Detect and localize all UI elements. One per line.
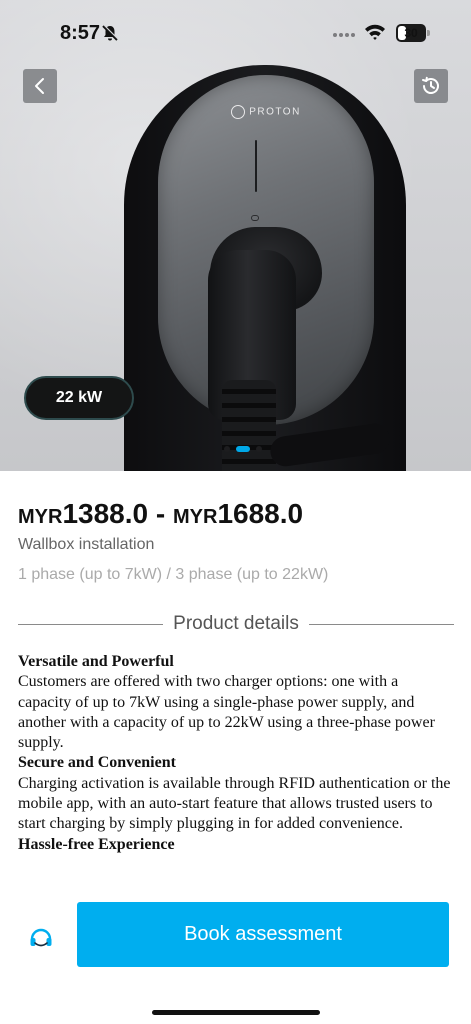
detail-body: Charging activation is available through…	[18, 774, 451, 833]
carousel-dot-active[interactable]	[236, 446, 250, 452]
charging-cable	[222, 380, 276, 471]
section-title: Product details	[173, 613, 299, 634]
chevron-left-icon	[35, 78, 44, 94]
price-currency: MYR	[172, 506, 218, 528]
book-assessment-button[interactable]: Book assessment	[77, 902, 449, 967]
price-range: MYR1388.0 - MYR1688.0	[18, 498, 303, 530]
detail-heading: Hassle-free Experience	[18, 835, 175, 853]
price-currency: MYR	[18, 506, 63, 528]
product-variant: 1 phase (up to 7kW) / 3 phase (up to 22k…	[18, 566, 329, 583]
price-separator: -	[148, 498, 173, 529]
back-button[interactable]	[23, 69, 57, 103]
history-button[interactable]	[414, 69, 448, 103]
status-bar: 8:57 30	[0, 0, 471, 60]
battery-cap	[427, 30, 430, 36]
proton-logo-icon	[231, 105, 246, 119]
product-subtitle: Wallbox installation	[18, 536, 155, 553]
detail-heading: Versatile and Powerful	[18, 653, 174, 670]
detail-body: Customers are offered with two charger o…	[18, 673, 435, 752]
carousel-dot[interactable]	[224, 446, 230, 452]
price-min: 1388.0	[62, 498, 149, 529]
wifi-icon	[365, 24, 385, 40]
customer-support-button[interactable]	[24, 920, 58, 954]
history-clock-icon	[422, 76, 439, 94]
rfid-reader-icon	[251, 215, 259, 221]
image-carousel-indicator[interactable]	[224, 446, 262, 452]
battery-icon: 30	[396, 24, 426, 42]
bell-muted-icon	[102, 24, 119, 41]
divider-line	[18, 623, 164, 625]
status-time: 8:57	[60, 22, 101, 44]
price-max: 1688.0	[217, 498, 304, 529]
section-divider: Product details	[18, 612, 454, 636]
home-indicator[interactable]	[152, 1010, 320, 1015]
cellular-signal-icon	[333, 33, 355, 37]
product-details-text: Versatile and Powerful Customers are off…	[18, 652, 454, 882]
carousel-dot[interactable]	[256, 446, 262, 452]
headset-icon	[30, 928, 52, 947]
power-rating-chip: 22 kW	[24, 376, 134, 420]
detail-heading: Secure and Convenient	[18, 754, 176, 772]
product-hero-image: PROTON 22 kW	[0, 0, 471, 471]
brand-logo: PROTON	[158, 105, 374, 119]
battery-level: 30	[404, 26, 418, 40]
divider-line	[308, 623, 454, 625]
status-light-strip	[255, 140, 257, 192]
